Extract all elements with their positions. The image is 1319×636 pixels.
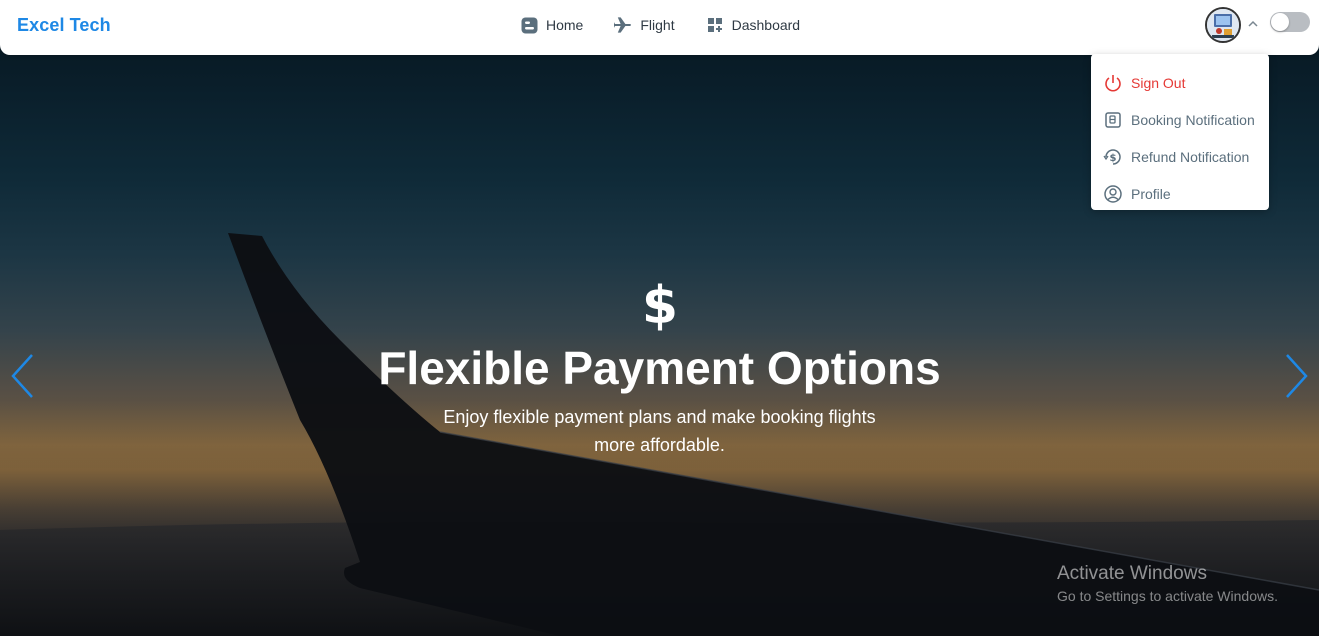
menu-item-profile[interactable]: Profile (1091, 175, 1269, 212)
nav-item-label: Dashboard (731, 17, 801, 33)
slide-subtitle: Enjoy flexible payment plans and make bo… (443, 407, 876, 455)
chevron-up-icon[interactable] (1246, 17, 1260, 31)
nav-item-dashboard[interactable]: Dashboard (706, 16, 801, 34)
svg-text:$: $ (1110, 153, 1117, 164)
chevron-left-icon (11, 354, 33, 398)
booking-icon (1103, 110, 1123, 130)
carousel-slide: $ Flexible Payment Options Enjoy flexibl… (0, 276, 1319, 459)
power-icon (1103, 73, 1123, 93)
blog-icon (520, 16, 538, 34)
user-dropdown-menu: Sign Out Booking Notification $ Refund N… (1091, 54, 1269, 210)
user-avatar[interactable] (1205, 7, 1241, 43)
chevron-right-icon (1286, 354, 1308, 398)
top-navbar: Excel Tech Home Flight Dashboard (0, 0, 1319, 55)
nav-item-label: Home (546, 17, 584, 33)
watermark-title: Activate Windows (1057, 563, 1207, 584)
menu-item-label: Sign Out (1131, 74, 1186, 91)
watermark-subtitle: Go to Settings to activate Windows. (1057, 588, 1278, 604)
menu-item-sign-out[interactable]: Sign Out (1091, 64, 1269, 101)
carousel-next-button[interactable] (1283, 352, 1309, 400)
nav-item-label: Flight (640, 17, 675, 33)
main-nav: Home Flight Dashboard (520, 16, 831, 34)
menu-item-refund-notification[interactable]: $ Refund Notification (1091, 138, 1269, 175)
brand-logo[interactable]: Excel Tech (17, 15, 111, 36)
slide-title: Flexible Payment Options (378, 342, 941, 394)
toggle-knob (1271, 13, 1289, 31)
menu-item-label: Profile (1131, 185, 1171, 202)
nav-item-home[interactable]: Home (520, 16, 583, 34)
menu-item-label: Refund Notification (1131, 148, 1250, 165)
nav-item-flight[interactable]: Flight (614, 16, 675, 34)
svg-text:$: $ (643, 278, 677, 332)
airplane-icon (614, 16, 632, 34)
windows-activation-watermark: Activate Windows Go to Settings to activ… (1057, 563, 1278, 604)
dashboard-icon (706, 16, 724, 34)
profile-icon (1103, 184, 1123, 204)
refund-icon: $ (1103, 147, 1123, 167)
carousel-prev-button[interactable] (10, 352, 36, 400)
menu-item-label: Booking Notification (1131, 111, 1255, 128)
menu-item-booking-notification[interactable]: Booking Notification (1091, 101, 1269, 138)
dollar-icon: $ (641, 276, 677, 336)
theme-toggle[interactable] (1270, 12, 1310, 32)
